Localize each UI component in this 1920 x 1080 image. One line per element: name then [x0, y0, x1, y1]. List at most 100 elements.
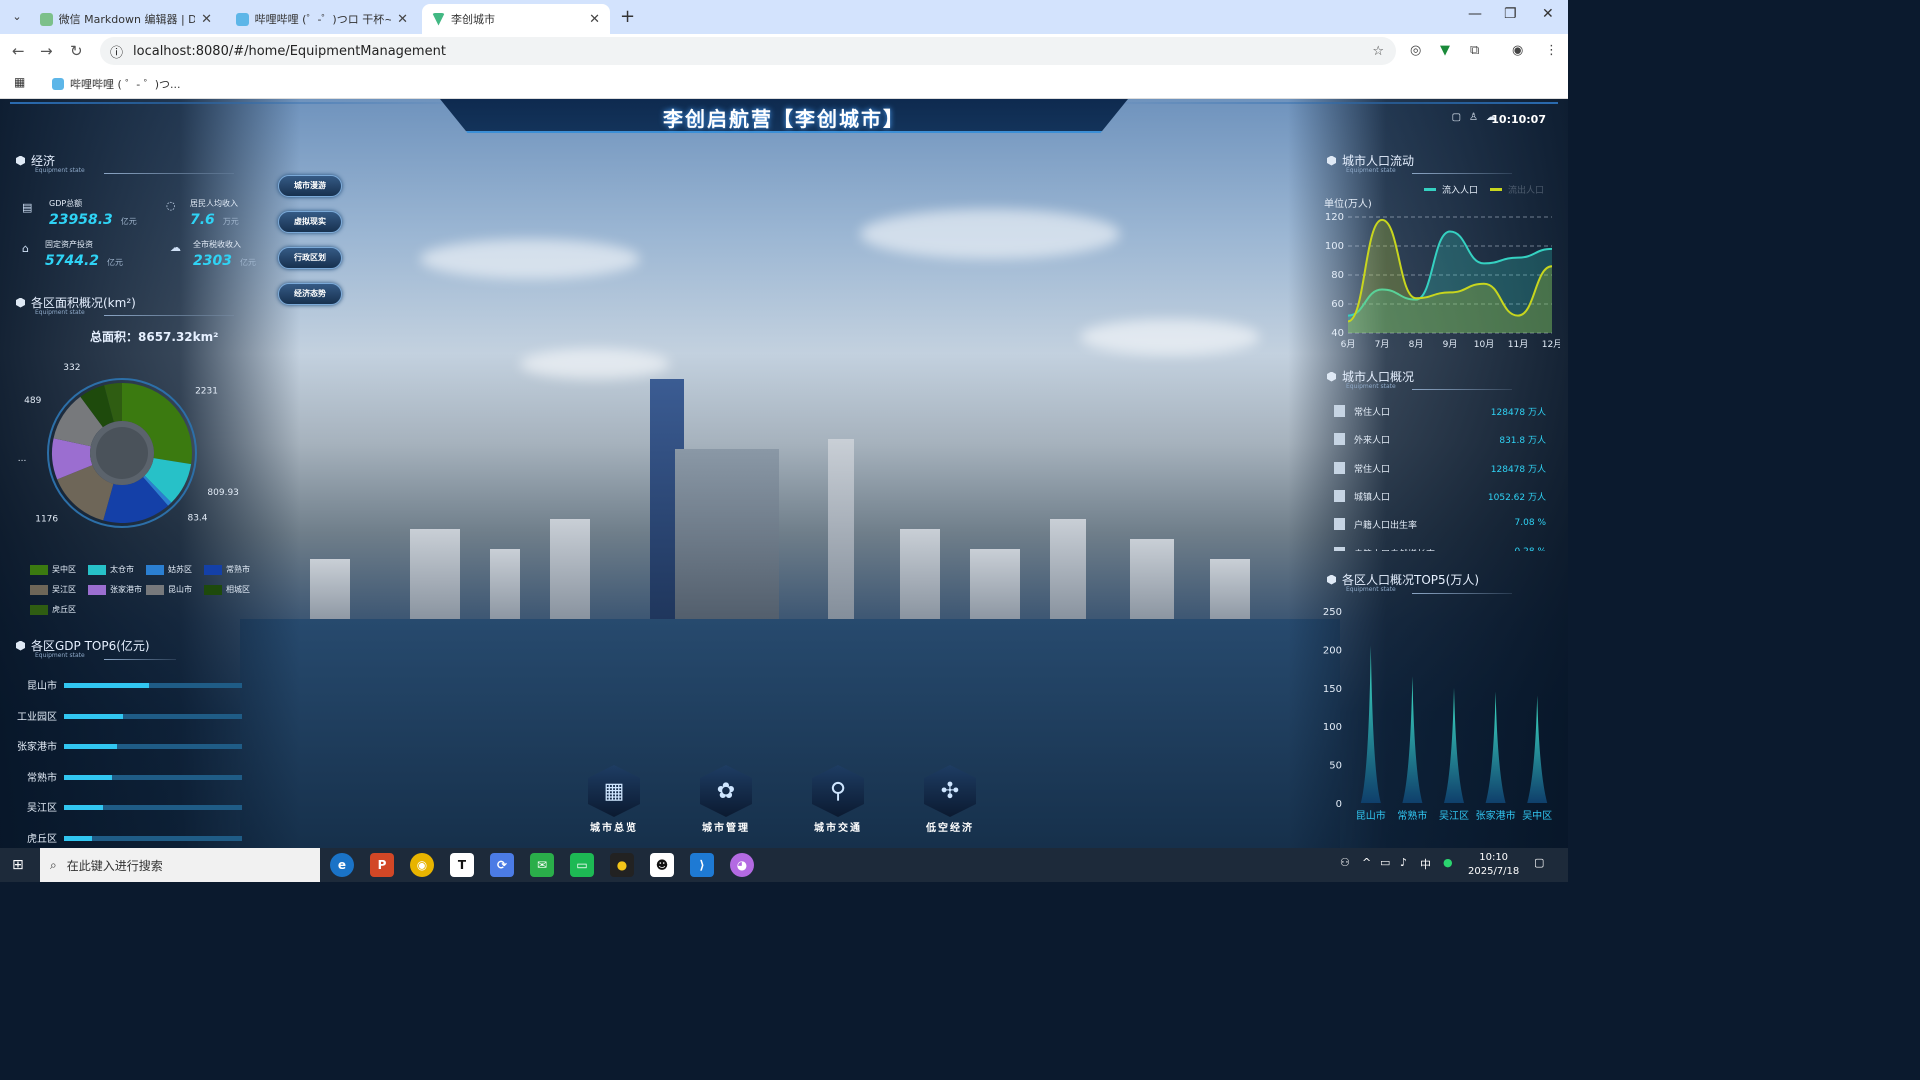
- tab-search-icon[interactable]: ⌄: [8, 8, 26, 26]
- chat-icon[interactable]: ▭: [570, 853, 594, 877]
- windows-start-icon[interactable]: ⊞: [12, 857, 24, 873]
- legend-item[interactable]: 吴中区: [30, 564, 76, 575]
- gdp-bar-track: [64, 744, 242, 749]
- address-bar[interactable]: ⓘ localhost:8080/#/home/EquipmentManagem…: [100, 37, 1396, 65]
- drone-icon: ✣: [924, 765, 976, 817]
- nav-city-overview[interactable]: ▦ 城市总览: [579, 765, 649, 834]
- taskbar-clock[interactable]: 10:10 2025/7/18: [1468, 851, 1519, 879]
- legend-label: 吴江区: [52, 585, 76, 594]
- powerpoint-icon[interactable]: P: [370, 853, 394, 877]
- gdp-row-label: 张家港市: [17, 742, 57, 753]
- typora-icon[interactable]: T: [450, 853, 474, 877]
- bar-张家港市[interactable]: [1485, 691, 1506, 803]
- notification-icon[interactable]: ▢: [1534, 856, 1544, 869]
- nav-city-management[interactable]: ✿ 城市管理: [691, 765, 761, 834]
- edge-icon[interactable]: e: [330, 853, 354, 877]
- population-icon: [1334, 489, 1345, 502]
- new-tab-button[interactable]: +: [620, 6, 635, 27]
- close-tab-icon[interactable]: ✕: [589, 12, 600, 27]
- windows-taskbar: ⊞ ⌕ 在此键入进行搜索 e P ◉ T ⟳ ✉ ▭ ● ☻ ⟩ ◕ ⚇ ^ ▭…: [0, 848, 1568, 882]
- tray-chevron-icon[interactable]: ^: [1362, 856, 1371, 869]
- apps-grid-icon[interactable]: ▦: [14, 75, 25, 89]
- panel-underline: [104, 659, 176, 660]
- bar-吴中区[interactable]: [1527, 695, 1548, 803]
- y-tick-label: 100: [1323, 722, 1342, 733]
- network-icon[interactable]: ▭: [1380, 856, 1390, 869]
- tab-lichuang-city[interactable]: 李创城市 ✕: [422, 4, 610, 34]
- tab-bilibili[interactable]: 哔哩哔哩 (゜-゜)つロ 干杯~-bi ✕: [226, 4, 418, 34]
- bar-昆山市[interactable]: [1360, 645, 1381, 803]
- nav-label: 城市交通: [814, 823, 862, 834]
- chrome-icon[interactable]: ◉: [410, 853, 434, 877]
- menu-kebab-icon[interactable]: ⋮: [1545, 43, 1558, 58]
- url-text[interactable]: localhost:8080/#/home/EquipmentManagemen…: [133, 44, 446, 59]
- pop-overview-row: 常住人口 128478 万人: [1334, 405, 1546, 419]
- legend-item[interactable]: 常熟市: [204, 564, 250, 575]
- app-icon[interactable]: ◕: [730, 853, 754, 877]
- legend-swatch: [88, 584, 106, 595]
- wechat-favicon-icon: [40, 12, 53, 26]
- clock-time: 10:10: [1479, 852, 1509, 863]
- reload-icon[interactable]: ↻: [70, 42, 83, 60]
- pop-overview-row: 城镇人口 1052.62 万人: [1334, 489, 1546, 504]
- legend-item[interactable]: 吴江区: [30, 584, 76, 595]
- extension-translate-icon[interactable]: ◎: [1410, 43, 1421, 58]
- extension-vue-icon[interactable]: ▼: [1440, 43, 1450, 58]
- y-tick-label: 50: [1329, 761, 1342, 772]
- overview-icon: ▦: [588, 765, 640, 817]
- nav-city-traffic[interactable]: ⚲ 城市交通: [803, 765, 873, 834]
- legend-item[interactable]: 昆山市: [146, 584, 192, 595]
- bookmark-star-icon[interactable]: ☆: [1372, 44, 1384, 59]
- pop-row-label: 户籍人口自然增长率: [1354, 547, 1435, 552]
- population-icon: [1334, 405, 1345, 417]
- extensions-puzzle-icon[interactable]: ⧉: [1470, 43, 1479, 58]
- people-icon[interactable]: ⚇: [1340, 856, 1350, 869]
- address-row: ← → ↻ ⓘ localhost:8080/#/home/EquipmentM…: [0, 34, 1568, 68]
- gdp-row-label: 常熟市: [27, 772, 57, 784]
- minimize-button[interactable]: —: [1468, 6, 1482, 22]
- legend-swatch: [204, 564, 222, 575]
- bar-吴江区[interactable]: [1444, 687, 1464, 803]
- browser-chrome: ⌄ 微信 Markdown 编辑器 | Doc ✕ 哔哩哔哩 (゜-゜)つロ 干…: [0, 0, 1568, 99]
- lake: [240, 619, 1340, 848]
- app-icon[interactable]: ●: [610, 853, 634, 877]
- traffic-icon: ⚲: [812, 765, 864, 817]
- app-icon[interactable]: ⟳: [490, 853, 514, 877]
- close-tab-icon[interactable]: ✕: [201, 12, 212, 27]
- gdp-bar-fill: [64, 683, 150, 688]
- gdp-bar-fill: [64, 713, 123, 719]
- legend-item[interactable]: 相城区: [204, 584, 250, 595]
- tab-title: 哔哩哔哩 (゜-゜)つロ 干杯~-bi: [254, 13, 392, 26]
- population-icon: [1334, 546, 1345, 551]
- close-window-button[interactable]: ✕: [1542, 6, 1554, 22]
- legend-item[interactable]: 姑苏区: [146, 564, 192, 575]
- restore-button[interactable]: ❐: [1504, 6, 1517, 22]
- profile-icon[interactable]: ◉: [1512, 43, 1523, 58]
- volume-icon[interactable]: ♪: [1400, 856, 1407, 869]
- bar-常熟市[interactable]: [1402, 676, 1423, 803]
- back-icon[interactable]: ←: [12, 42, 25, 60]
- bilibili-favicon-icon: [236, 12, 249, 26]
- legend-item[interactable]: 张家港市: [88, 584, 142, 595]
- close-tab-icon[interactable]: ✕: [397, 12, 408, 27]
- qq-icon[interactable]: ☻: [650, 853, 674, 877]
- legend-item[interactable]: 太仓市: [88, 564, 134, 575]
- pop-row-label: 常住人口: [1354, 464, 1391, 475]
- legend-swatch: [30, 604, 48, 615]
- legend-label: 常熟市: [226, 565, 250, 574]
- vscode-icon[interactable]: ⟩: [690, 853, 714, 877]
- ime-indicator[interactable]: 中: [1420, 856, 1431, 872]
- forward-icon[interactable]: →: [40, 42, 53, 60]
- pop-row-label: 常住人口: [1354, 408, 1391, 418]
- gdp-row: 常熟市: [0, 769, 250, 784]
- bookmark-bilibili[interactable]: 哔哩哔哩 ( ゜- ゜)つ...: [52, 76, 181, 92]
- app-tray-icon[interactable]: ●: [1443, 856, 1453, 869]
- tab-wechat-markdown[interactable]: 微信 Markdown 编辑器 | Doc ✕: [30, 4, 222, 34]
- legend-swatch: [146, 564, 164, 575]
- wechat-icon[interactable]: ✉: [530, 853, 554, 877]
- legend-item[interactable]: 虎丘区: [30, 604, 76, 615]
- nav-low-altitude-economy[interactable]: ✣ 低空经济: [915, 765, 985, 834]
- taskbar-search[interactable]: ⌕ 在此键入进行搜索: [40, 848, 320, 882]
- cube-icon: [1327, 574, 1336, 585]
- site-info-icon[interactable]: ⓘ: [110, 42, 123, 61]
